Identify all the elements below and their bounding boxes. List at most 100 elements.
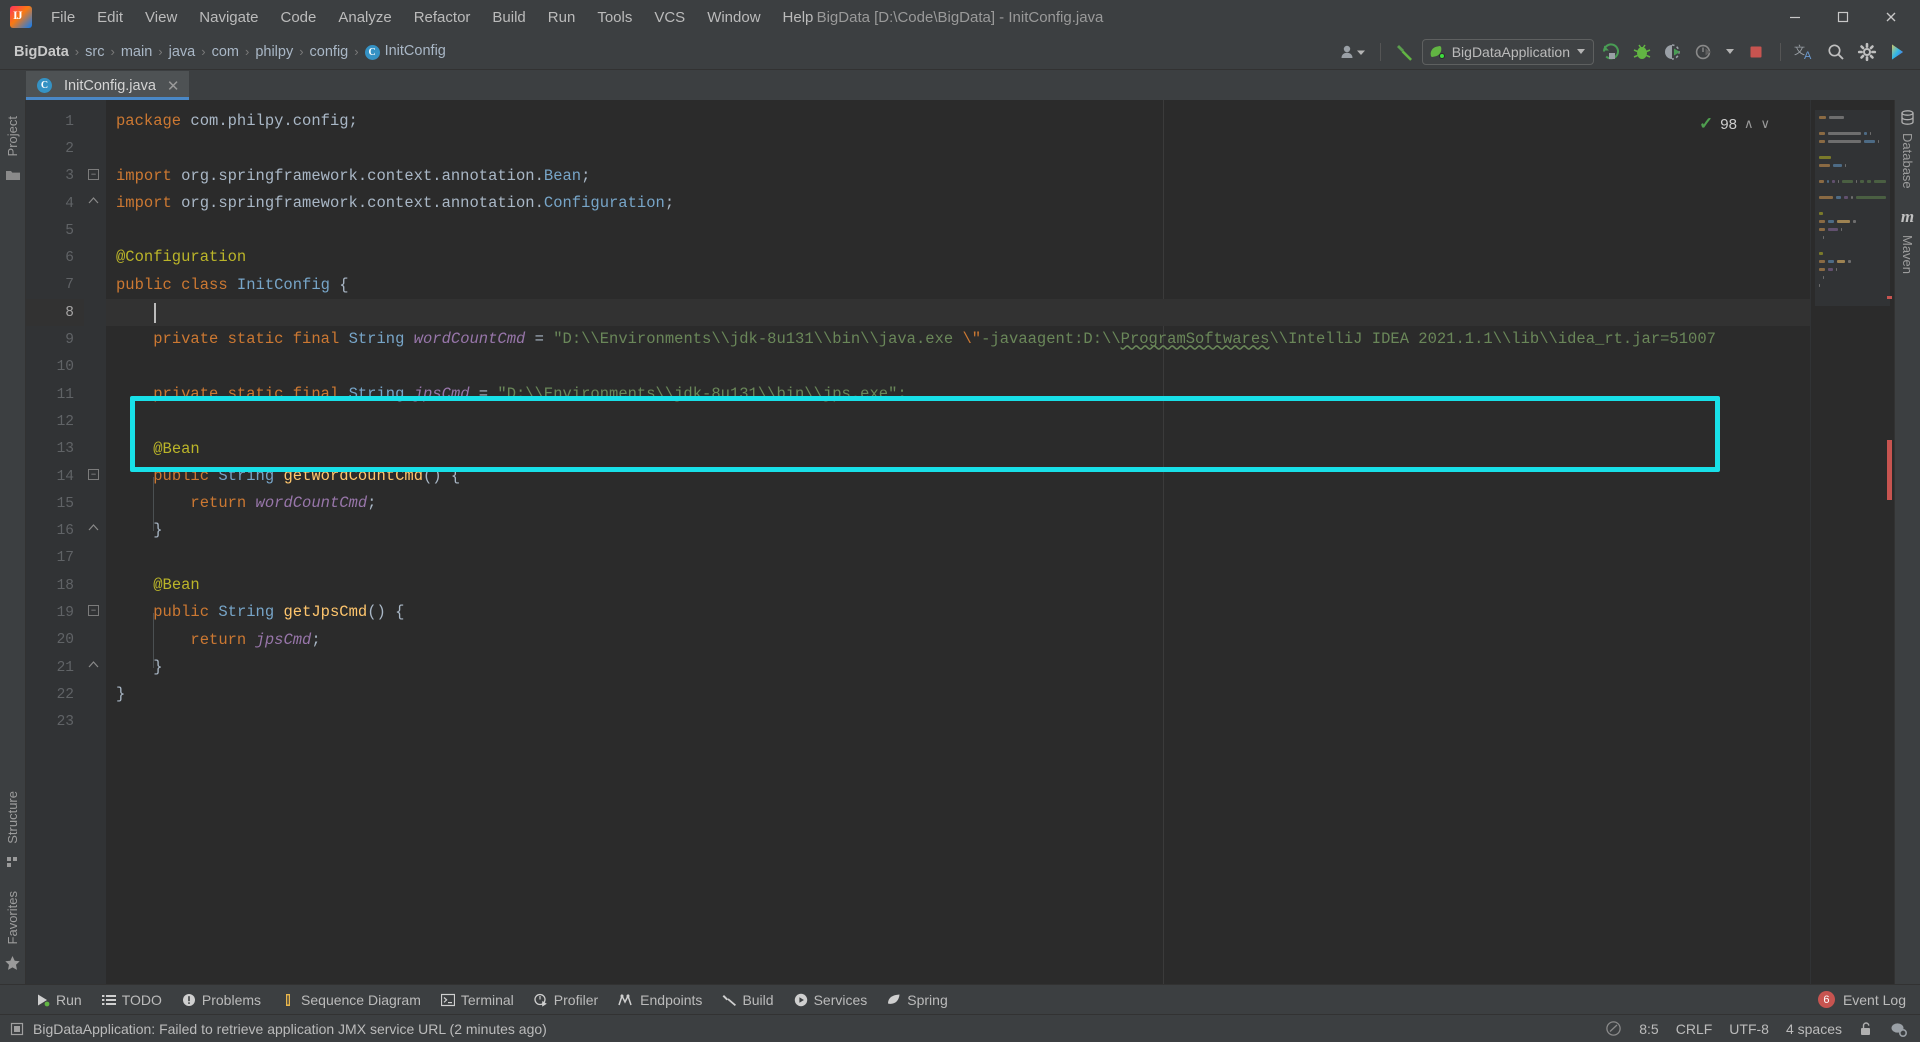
indent-setting[interactable]: 4 spaces — [1786, 1021, 1842, 1037]
search-icon[interactable] — [1822, 39, 1850, 65]
scrollbar-marks[interactable] — [1887, 100, 1892, 984]
fold-end-icon[interactable] — [88, 660, 99, 671]
caret-position[interactable]: 8:5 — [1639, 1021, 1658, 1037]
debug-icon[interactable] — [1628, 39, 1656, 65]
chevron-up-icon[interactable]: ∧ — [1744, 116, 1754, 132]
fold-region-line-2[interactable] — [84, 135, 106, 162]
fold-collapse-icon[interactable]: − — [88, 468, 99, 480]
code-line-13[interactable]: @Bean — [106, 436, 1810, 463]
fold-region-line-20[interactable] — [84, 627, 106, 654]
code-line-4[interactable]: import org.springframework.context.annot… — [106, 190, 1810, 217]
user-account-icon[interactable] — [1336, 39, 1370, 65]
code-line-8[interactable] — [106, 299, 1810, 327]
breadcrumb-item-initconfig[interactable]: C InitConfig — [361, 41, 450, 62]
translate-icon[interactable]: 文 A — [1791, 39, 1819, 65]
fold-region-line-15[interactable] — [84, 490, 106, 517]
maximize-button[interactable] — [1820, 1, 1866, 33]
breadcrumb-item-philpy[interactable]: philpy — [251, 42, 297, 62]
gutter-line-12[interactable]: 12 — [26, 408, 84, 435]
code-line-12[interactable] — [106, 408, 1810, 435]
gutter-line-16[interactable]: 16 — [26, 517, 84, 544]
line-separator[interactable]: CRLF — [1676, 1021, 1713, 1037]
fold-region-line-23[interactable] — [84, 709, 106, 736]
code-line-18[interactable]: @Bean — [106, 572, 1810, 599]
gutter-line-4[interactable]: 4 — [26, 190, 84, 217]
breadcrumb-item-com[interactable]: com — [208, 42, 243, 62]
fold-region-line-13[interactable] — [84, 436, 106, 463]
fold-region-line-12[interactable] — [84, 408, 106, 435]
file-encoding[interactable]: UTF-8 — [1729, 1021, 1769, 1037]
inspection-level-icon[interactable] — [1605, 1020, 1622, 1037]
fold-region-line-7[interactable] — [84, 272, 106, 299]
fold-region-line-4[interactable] — [84, 190, 106, 217]
menu-item-window[interactable]: Window — [696, 5, 771, 30]
menu-item-code[interactable]: Code — [269, 5, 327, 30]
fold-region-line-16[interactable] — [84, 517, 106, 544]
fold-region-line-3[interactable]: − — [84, 163, 106, 190]
menu-item-navigate[interactable]: Navigate — [188, 5, 269, 30]
event-log-area[interactable]: 6 Event Log — [1817, 991, 1920, 1008]
close-button[interactable] — [1868, 1, 1914, 33]
fold-region-line-10[interactable] — [84, 354, 106, 381]
tool-window-problems[interactable]: Problems — [172, 985, 271, 1014]
code-text-area[interactable]: package com.philpy.config; import org.spr… — [106, 100, 1810, 984]
breadcrumb-item-config[interactable]: config — [306, 42, 353, 62]
gutter-line-13[interactable]: 13e — [26, 436, 101, 463]
code-line-14[interactable]: public String getWordCountCmd() { — [106, 463, 1810, 490]
gutter-line-15[interactable]: 15 — [26, 490, 84, 517]
gutter-line-20[interactable]: 20 — [26, 627, 84, 654]
gutter-line-21[interactable]: 21 — [26, 654, 84, 681]
code-line-5[interactable] — [106, 217, 1810, 244]
gutter-line-11[interactable]: 11 — [26, 381, 84, 408]
code-line-23[interactable] — [106, 709, 1810, 736]
chevron-down-icon[interactable]: ∨ — [1760, 116, 1770, 132]
code-line-6[interactable]: @Configuration — [106, 244, 1810, 271]
tool-window-profiler[interactable]: Profiler — [524, 985, 608, 1014]
tool-window-terminal[interactable]: Terminal — [431, 985, 524, 1014]
fold-end-icon[interactable] — [88, 523, 99, 534]
gutter-line-7[interactable]: 7e — [26, 272, 101, 299]
menu-item-tools[interactable]: Tools — [586, 5, 643, 30]
fold-region-line-9[interactable] — [84, 326, 106, 353]
code-line-1[interactable]: package com.philpy.config; — [106, 108, 1810, 135]
sidebar-item-structure[interactable]: Structure — [5, 783, 20, 852]
minimize-button[interactable] — [1772, 1, 1818, 33]
code-line-2[interactable] — [106, 135, 1810, 162]
fold-region-line-8[interactable] — [84, 299, 106, 326]
status-message[interactable]: BigDataApplication: Failed to retrieve a… — [33, 1021, 547, 1037]
gutter-line-2[interactable]: 2 — [26, 135, 84, 162]
menu-item-file[interactable]: File — [40, 5, 86, 30]
tool-window-todo[interactable]: TODO — [92, 985, 172, 1014]
menu-item-edit[interactable]: Edit — [86, 5, 134, 30]
menu-item-view[interactable]: View — [134, 5, 188, 30]
tool-window-run[interactable]: Run — [26, 985, 92, 1014]
tool-window-services[interactable]: Services — [784, 985, 878, 1014]
inspection-profile-icon[interactable] — [1890, 1021, 1908, 1037]
fold-region-line-22[interactable] — [84, 681, 106, 708]
run-with-coverage-icon[interactable] — [1659, 39, 1687, 65]
gutter-line-5[interactable]: 5 — [26, 217, 84, 244]
sidebar-item-favorites[interactable]: Favorites — [5, 883, 20, 952]
code-line-17[interactable] — [106, 545, 1810, 572]
fold-gutter[interactable]: − − − — [84, 100, 106, 984]
tool-window-endpoints[interactable]: Endpoints — [608, 985, 712, 1014]
menu-item-run[interactable]: Run — [537, 5, 587, 30]
updates-play-icon[interactable] — [1884, 39, 1912, 65]
fold-region-line-6[interactable] — [84, 244, 106, 271]
code-line-11[interactable]: private static final String jpsCmd = "D:… — [106, 381, 1810, 408]
breadcrumb-item-main[interactable]: main — [117, 42, 156, 62]
gutter-line-18[interactable]: 18e — [26, 572, 101, 599]
gutter-line-3[interactable]: 3 — [26, 163, 84, 190]
fold-end-icon[interactable] — [88, 196, 99, 207]
fold-region-line-1[interactable] — [84, 108, 106, 135]
breadcrumb-item-src[interactable]: src — [81, 42, 108, 62]
code-line-20[interactable]: return jpsCmd; — [106, 627, 1810, 654]
sidebar-item-maven[interactable]: Maven — [1900, 227, 1915, 282]
fold-collapse-icon[interactable]: − — [88, 168, 99, 180]
code-line-10[interactable] — [106, 354, 1810, 381]
gutter-line-19[interactable]: 19 — [26, 599, 84, 626]
menu-item-build[interactable]: Build — [481, 5, 536, 30]
code-line-19[interactable]: public String getJpsCmd() { — [106, 599, 1810, 626]
tool-window-build[interactable]: Build — [712, 985, 783, 1014]
tool-window-spring[interactable]: Spring — [877, 985, 957, 1014]
